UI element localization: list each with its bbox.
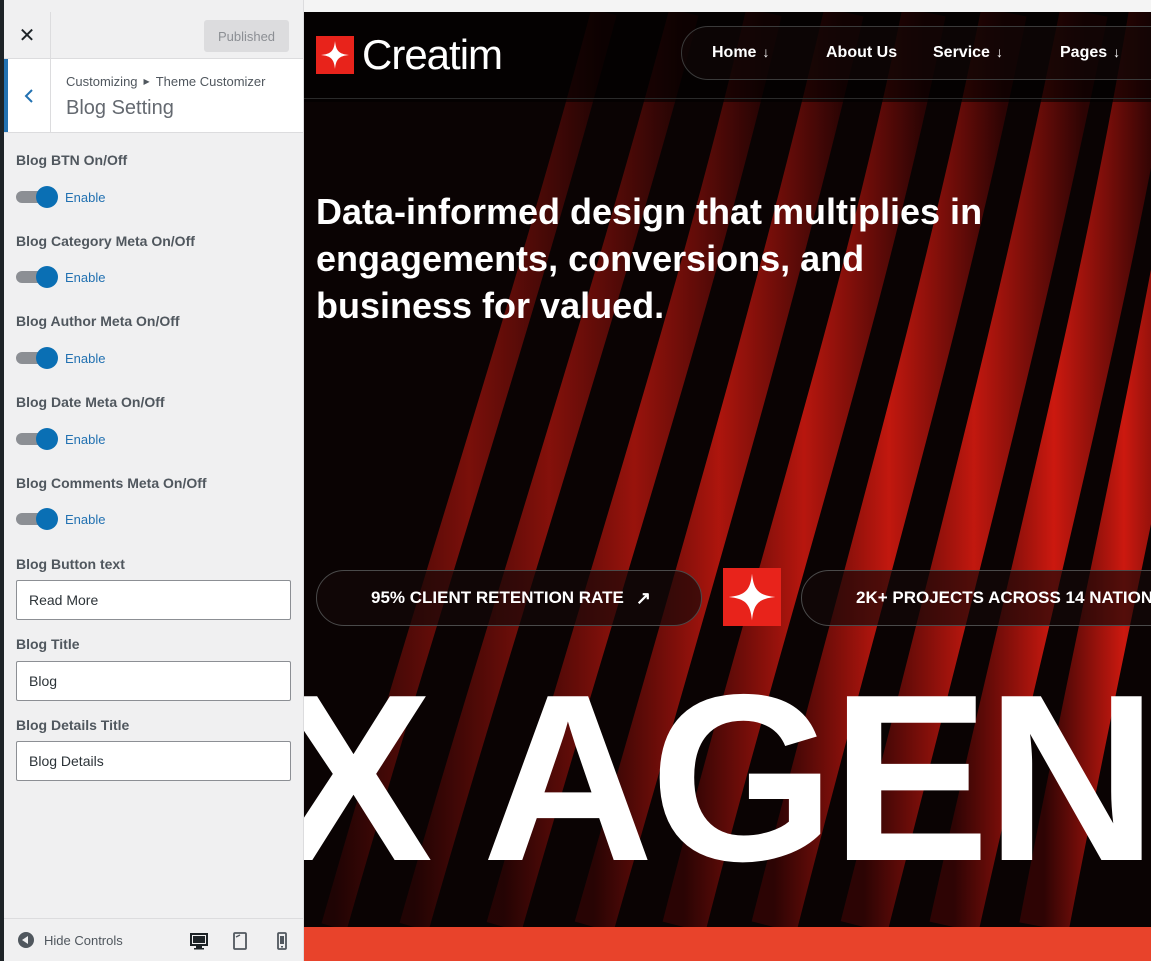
nav-item-label: About Us: [826, 44, 898, 61]
nav-item-service[interactable]: Service ↓: [933, 44, 1003, 62]
button-text-input[interactable]: [16, 580, 291, 620]
stat-label: 95% CLIENT RETENTION RATE: [371, 588, 624, 607]
stat-pill-retention[interactable]: 95% CLIENT RETENTION RATE ↗: [316, 570, 702, 626]
customizer-header: ✕ Published: [4, 12, 303, 59]
header-divider: [304, 98, 1151, 99]
toggle-label-date-meta: Blog Date Meta On/Off: [16, 394, 165, 410]
toggle-label-category-meta: Blog Category Meta On/Off: [16, 233, 195, 249]
toggle-state-category-meta: Enable: [65, 269, 106, 285]
toggle-switch-author-meta[interactable]: [16, 347, 60, 369]
toggle-date-meta: Enable: [16, 428, 105, 450]
blog-details-title-input[interactable]: [16, 741, 291, 781]
toggle-comments-meta: Enable: [16, 508, 105, 530]
toggle-label-blog-btn: Blog BTN On/Off: [16, 152, 128, 168]
nav-item-pages[interactable]: Pages ↓: [1060, 44, 1120, 62]
hide-controls-label: Hide Controls: [44, 932, 123, 948]
next-section-image: [304, 927, 1151, 961]
toggle-switch-comments-meta[interactable]: [16, 508, 60, 530]
collapse-arrow-icon: [18, 932, 34, 948]
toggle-state-comments-meta: Enable: [65, 511, 106, 527]
section-header: Customizing ▶ Theme Customizer Blog Settin…: [4, 59, 303, 133]
nav-item-label: Pages: [1060, 44, 1108, 61]
stat-pill-projects[interactable]: 2K+ PROJECTS ACROSS 14 NATIONS: [801, 570, 1151, 626]
toggle-switch-category-meta[interactable]: [16, 266, 60, 288]
breadcrumb-parent: Theme Customizer: [155, 74, 266, 89]
toggle-category-meta: Enable: [16, 266, 105, 288]
stat-label: 2K+ PROJECTS ACROSS 14 NATIONS: [856, 588, 1151, 607]
nav-item-label: Home: [712, 44, 757, 61]
hide-controls-button[interactable]: Hide Controls: [18, 932, 123, 948]
publish-button[interactable]: Published: [204, 20, 289, 52]
breadcrumb-root: Customizing: [66, 74, 138, 89]
chevron-left-icon: [24, 88, 33, 103]
preview-top-strip: [304, 0, 1151, 12]
close-icon: ✕: [18, 25, 36, 47]
back-button[interactable]: [4, 59, 51, 132]
breadcrumb-separator-icon: ▶: [143, 77, 150, 86]
toggle-label-author-meta: Blog Author Meta On/Off: [16, 313, 180, 329]
arrow-down-icon: ↓: [1113, 44, 1121, 60]
arrow-up-right-icon: ↗: [635, 587, 651, 608]
breadcrumb: Customizing ▶ Theme Customizer: [66, 74, 266, 89]
field-label-button-text: Blog Button text: [16, 556, 125, 572]
nav-item-about[interactable]: About Us: [826, 44, 897, 62]
hero-headline: Data-informed design that multiplies in …: [316, 191, 983, 326]
logo-star-icon: [316, 36, 354, 74]
toggle-switch-date-meta[interactable]: [16, 428, 60, 450]
toggle-state-blog-btn: Enable: [65, 189, 106, 205]
window-edge: [0, 0, 4, 961]
toggle-blog-btn: Enable: [16, 186, 105, 208]
marquee-text: X AGENCY: [304, 646, 1151, 911]
site-logo[interactable]: Creatim: [316, 31, 503, 78]
close-button[interactable]: ✕: [4, 12, 51, 59]
toggle-label-comments-meta: Blog Comments Meta On/Off: [16, 475, 207, 491]
blog-title-input[interactable]: [16, 661, 291, 701]
star-badge-icon: [723, 568, 781, 626]
arrow-down-icon: ↓: [762, 44, 770, 60]
toggle-author-meta: Enable: [16, 347, 105, 369]
customizer-footer: Hide Controls: [4, 918, 303, 961]
nav-item-home[interactable]: Home ↓: [712, 44, 769, 62]
logo-text: Creatim: [362, 31, 503, 78]
mobile-preview-icon[interactable]: [272, 931, 292, 951]
site-preview: Creatim Home ↓ About Us Service ↓ Pages ↓ D…: [304, 12, 1151, 961]
toggle-switch-blog-btn[interactable]: [16, 186, 60, 208]
toggle-state-date-meta: Enable: [65, 431, 106, 447]
customizer-sidebar: ✕ Published Customizing ▶ Theme Customizer…: [0, 0, 304, 961]
tablet-preview-icon[interactable]: [230, 931, 250, 951]
field-label-blog-details-title: Blog Details Title: [16, 717, 130, 733]
main-nav: Home ↓ About Us Service ↓ Pages ↓: [681, 26, 1151, 80]
field-label-blog-title: Blog Title: [16, 636, 80, 652]
arrow-down-icon: ↓: [995, 44, 1003, 60]
desktop-preview-icon[interactable]: [189, 931, 209, 951]
section-title: Blog Setting: [66, 97, 174, 119]
nav-item-label: Service: [933, 44, 990, 61]
toggle-state-author-meta: Enable: [65, 350, 106, 366]
